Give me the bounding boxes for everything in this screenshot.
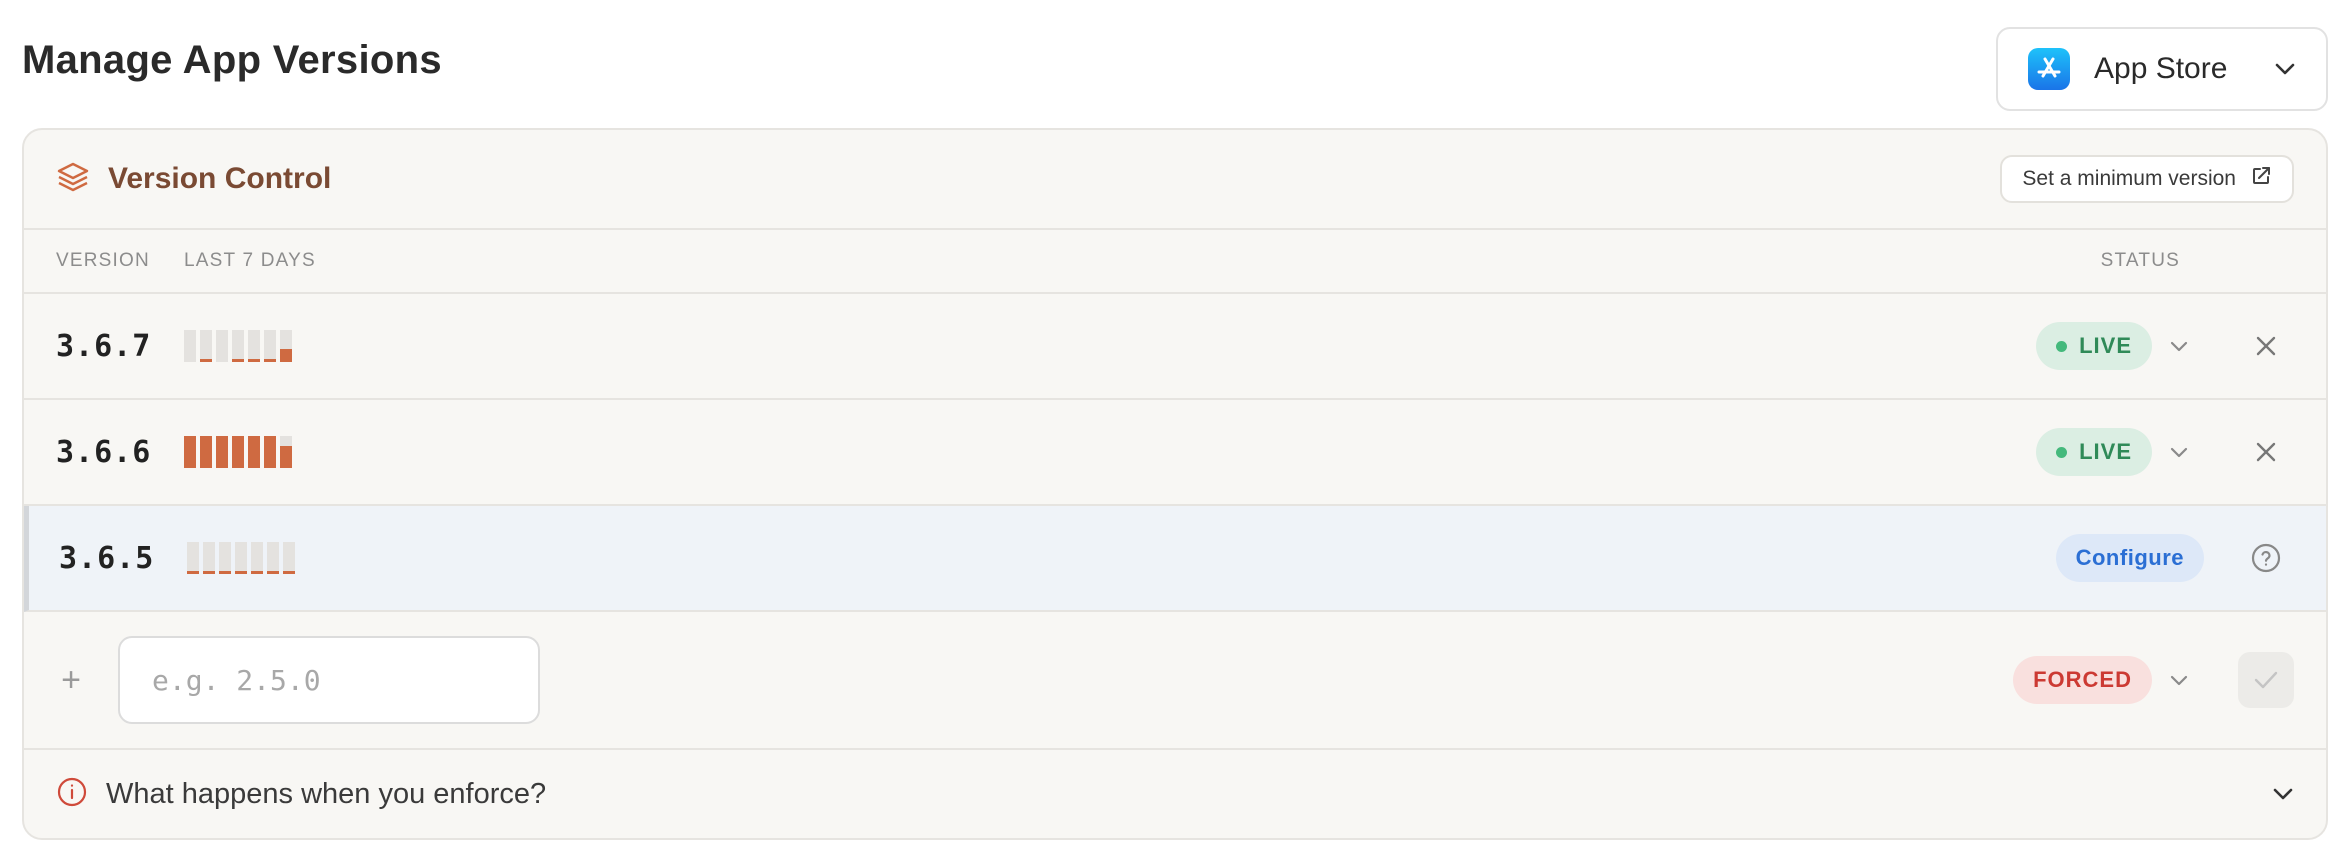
help-button[interactable] bbox=[2238, 530, 2294, 586]
version-control-card: Version Control Set a minimum version VE… bbox=[22, 128, 2328, 840]
status-chevron-down-icon[interactable] bbox=[2162, 675, 2196, 686]
status-chevron-down-icon[interactable] bbox=[2162, 341, 2196, 352]
enforce-info-question: What happens when you enforce? bbox=[106, 777, 547, 810]
card-title: Version Control bbox=[108, 162, 332, 195]
chevron-down-icon bbox=[2272, 787, 2294, 801]
column-version: VERSION bbox=[56, 250, 150, 271]
version-number: 3.6.7 bbox=[56, 328, 152, 364]
usage-bar bbox=[200, 436, 212, 468]
check-icon bbox=[2254, 671, 2278, 689]
confirm-add-version-button[interactable] bbox=[2238, 652, 2294, 708]
version-row[interactable]: 3.6.7 LIVE bbox=[24, 294, 2326, 400]
configure-label: Configure bbox=[2075, 545, 2184, 570]
table-header: VERSION LAST 7 DAYS STATUS bbox=[24, 230, 2326, 294]
usage-bar bbox=[184, 436, 196, 468]
usage-sparkline bbox=[184, 436, 292, 468]
app-store-icon bbox=[2028, 48, 2070, 90]
version-row-selected[interactable]: 3.6.5 Configure bbox=[24, 506, 2326, 612]
store-select-label: App Store bbox=[2094, 52, 2228, 85]
status-label: LIVE bbox=[2079, 333, 2132, 358]
column-status: STATUS bbox=[2100, 250, 2180, 271]
live-dot-icon bbox=[2056, 340, 2068, 352]
usage-bar bbox=[232, 436, 244, 468]
live-dot-icon bbox=[2056, 446, 2068, 458]
usage-bar bbox=[248, 436, 260, 468]
usage-sparkline bbox=[184, 330, 292, 362]
store-select[interactable]: App Store bbox=[1996, 27, 2328, 111]
forced-label: FORCED bbox=[2033, 667, 2132, 692]
external-link-icon bbox=[2250, 165, 2272, 193]
usage-bar bbox=[283, 542, 295, 574]
usage-sparkline bbox=[187, 542, 295, 574]
enforce-info-accordion[interactable]: What happens when you enforce? bbox=[24, 750, 2326, 838]
set-minimum-version-button[interactable]: Set a minimum version bbox=[2000, 155, 2294, 203]
usage-bar bbox=[248, 330, 260, 362]
layers-icon bbox=[56, 160, 90, 199]
usage-bar bbox=[235, 542, 247, 574]
help-circle-icon bbox=[2251, 543, 2281, 573]
chevron-down-icon bbox=[2274, 62, 2296, 76]
remove-version-button[interactable] bbox=[2238, 424, 2294, 480]
close-icon bbox=[2256, 336, 2276, 356]
version-number: 3.6.6 bbox=[56, 434, 152, 470]
usage-bar bbox=[251, 542, 263, 574]
version-row[interactable]: 3.6.6 LIVE bbox=[24, 400, 2326, 506]
status-badge-forced[interactable]: FORCED bbox=[2013, 656, 2152, 704]
usage-bar bbox=[280, 330, 292, 362]
version-number: 3.6.5 bbox=[59, 540, 155, 576]
status-badge-live[interactable]: LIVE bbox=[2036, 428, 2152, 476]
plus-icon: + bbox=[61, 660, 81, 699]
status-badge-live[interactable]: LIVE bbox=[2036, 322, 2152, 370]
usage-bar bbox=[203, 542, 215, 574]
usage-bar bbox=[187, 542, 199, 574]
usage-bar bbox=[216, 436, 228, 468]
status-chevron-down-icon[interactable] bbox=[2162, 447, 2196, 458]
card-header: Version Control Set a minimum version bbox=[24, 130, 2326, 230]
usage-bar bbox=[219, 542, 231, 574]
usage-bar bbox=[280, 436, 292, 468]
new-version-input[interactable] bbox=[118, 636, 540, 724]
usage-bar bbox=[267, 542, 279, 574]
info-icon bbox=[56, 776, 88, 813]
page-title: Manage App Versions bbox=[22, 38, 442, 82]
usage-bar bbox=[200, 330, 212, 362]
usage-bar bbox=[264, 436, 276, 468]
close-icon bbox=[2256, 442, 2276, 462]
column-last-7-days: LAST 7 DAYS bbox=[184, 250, 316, 271]
usage-bar bbox=[264, 330, 276, 362]
usage-bar bbox=[232, 330, 244, 362]
remove-version-button[interactable] bbox=[2238, 318, 2294, 374]
add-version-row: + FORCED bbox=[24, 612, 2326, 750]
usage-bar bbox=[216, 330, 228, 362]
status-label: LIVE bbox=[2079, 439, 2132, 464]
configure-button[interactable]: Configure bbox=[2055, 534, 2204, 582]
usage-bar bbox=[184, 330, 196, 362]
set-minimum-version-label: Set a minimum version bbox=[2022, 167, 2236, 190]
